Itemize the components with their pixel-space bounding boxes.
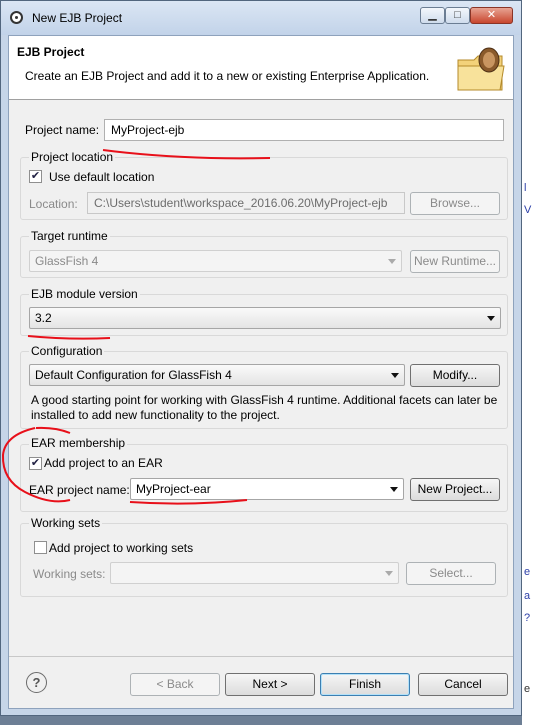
cancel-button[interactable]: Cancel [418, 673, 508, 696]
configuration-description-line1: A good starting point for working with G… [31, 393, 498, 407]
wizard-title: EJB Project [17, 45, 85, 59]
background-window-strip: l V e a ? e [522, 0, 533, 725]
add-to-ear-checkbox[interactable]: ✔ [29, 457, 42, 470]
add-to-working-sets-label: Add project to working sets [49, 541, 194, 555]
background-text: l [524, 182, 527, 194]
finish-button[interactable]: Finish [320, 673, 410, 696]
dialog-window: New EJB Project ▁ □ ✕ EJB Project Create… [0, 0, 522, 716]
target-runtime-label: Target runtime [29, 229, 110, 243]
working-sets-select[interactable] [110, 562, 399, 584]
background-text: V [524, 204, 532, 216]
window-title: New EJB Project [32, 11, 123, 25]
new-project-button[interactable]: New Project... [410, 478, 500, 501]
ejb-module-version-label: EJB module version [29, 287, 140, 301]
target-runtime-select[interactable]: GlassFish 4 [29, 250, 402, 272]
browse-button[interactable]: Browse... [410, 192, 500, 215]
location-label: Location: [29, 197, 78, 211]
configuration-label: Configuration [29, 344, 105, 358]
modify-button[interactable]: Modify... [410, 364, 500, 387]
target-runtime-value: GlassFish 4 [35, 254, 99, 268]
background-text: ? [524, 612, 531, 624]
chevron-down-icon [487, 316, 495, 321]
background-text: e [524, 683, 531, 695]
working-sets-group [20, 523, 508, 597]
new-runtime-button[interactable]: New Runtime... [410, 250, 500, 273]
title-bar[interactable]: New EJB Project ▁ □ ✕ [1, 1, 521, 35]
dialog-client-area: EJB Project Create an EJB Project and ad… [8, 35, 514, 709]
footer-separator [9, 656, 513, 657]
wizard-description: Create an EJB Project and add it to a ne… [25, 69, 430, 83]
ejb-module-version-value: 3.2 [35, 311, 52, 325]
configuration-value: Default Configuration for GlassFish 4 [35, 368, 232, 382]
help-icon[interactable]: ? [26, 672, 47, 693]
project-location-label: Project location [29, 150, 116, 164]
wizard-banner: EJB Project Create an EJB Project and ad… [9, 36, 513, 100]
project-name-label: Project name: [25, 123, 100, 137]
eclipse-icon [10, 11, 23, 24]
add-to-ear-label: Add project to an EAR [44, 456, 163, 470]
ear-membership-label: EAR membership [29, 436, 128, 450]
minimize-button[interactable]: ▁ [420, 7, 445, 24]
close-button[interactable]: ✕ [470, 7, 513, 24]
background-text: a [524, 590, 531, 602]
ear-project-name-label: EAR project name: [29, 483, 130, 497]
location-input[interactable]: C:\Users\student\workspace_2016.06.20\My… [87, 192, 405, 214]
add-to-working-sets-checkbox[interactable] [34, 541, 47, 554]
ear-project-name-select[interactable]: MyProject-ear [130, 478, 404, 500]
use-default-location-label: Use default location [49, 170, 155, 184]
use-default-location-checkbox[interactable]: ✔ [29, 170, 42, 183]
chevron-down-icon [388, 259, 396, 264]
maximize-button[interactable]: □ [445, 7, 470, 24]
chevron-down-icon [390, 487, 398, 492]
chevron-down-icon [385, 571, 393, 576]
working-sets-field-label: Working sets: [33, 567, 106, 581]
select-working-sets-button[interactable]: Select... [406, 562, 496, 585]
ear-project-name-value: MyProject-ear [136, 482, 211, 496]
configuration-select[interactable]: Default Configuration for GlassFish 4 [29, 364, 405, 386]
chevron-down-icon [391, 373, 399, 378]
jar-folder-icon [457, 47, 505, 91]
background-text: e [524, 566, 531, 578]
next-button[interactable]: Next > [225, 673, 315, 696]
working-sets-label: Working sets [29, 516, 103, 530]
project-name-input[interactable]: MyProject-ejb [104, 119, 504, 141]
configuration-description-line2: installed to add new functionality to th… [31, 408, 280, 422]
back-button[interactable]: < Back [130, 673, 220, 696]
ejb-module-version-select[interactable]: 3.2 [29, 307, 501, 329]
